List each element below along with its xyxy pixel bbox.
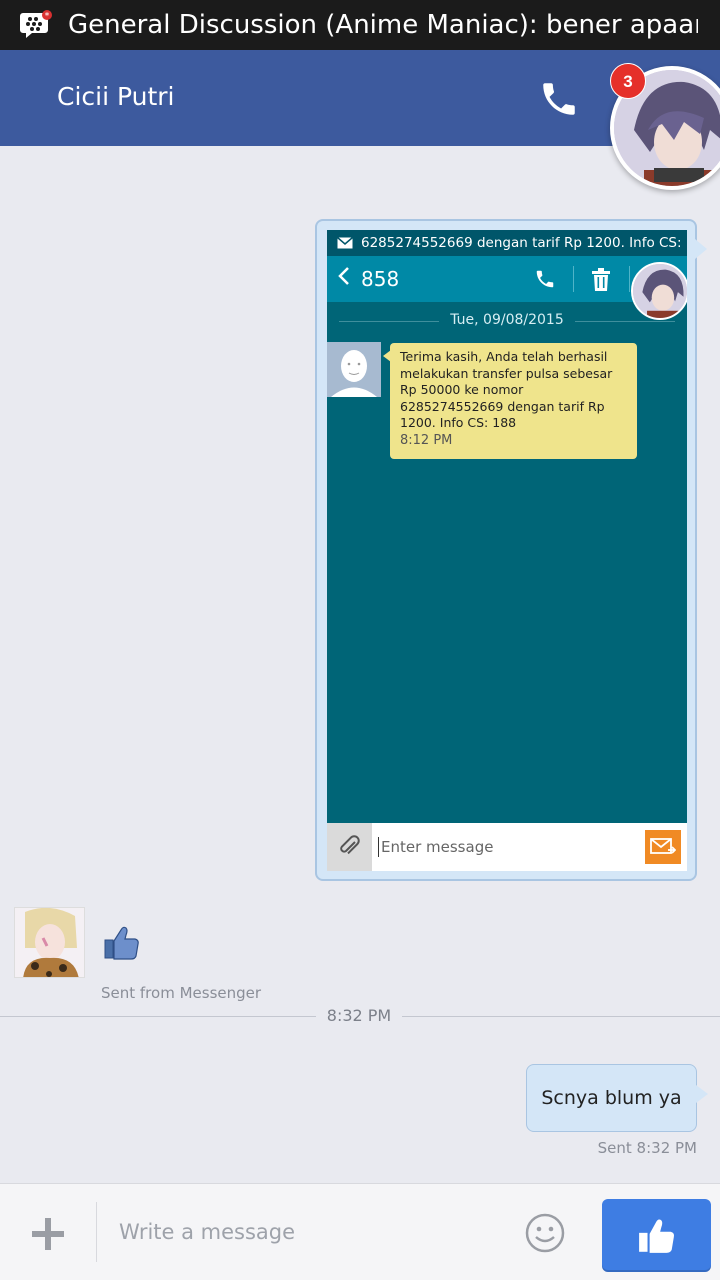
svg-text:*: * — [45, 12, 50, 22]
back-arrow-icon — [337, 266, 351, 292]
envelope-icon — [337, 237, 353, 249]
sent-status: Sent 8:32 PM — [597, 1139, 697, 1157]
contact-name[interactable]: Cicii Putri — [57, 82, 175, 111]
sms-notification-text: 6285274552669 dengan tarif Rp 1200. Info… — [361, 235, 682, 251]
plus-icon[interactable] — [28, 1214, 68, 1254]
message-composer: Write a message — [0, 1183, 720, 1280]
bbm-icon: * — [20, 10, 52, 40]
separator-line — [0, 1016, 316, 1017]
thread-number: 858 — [361, 267, 400, 291]
send-like-button[interactable] — [602, 1199, 711, 1272]
outgoing-message-text: Scnya blum ya — [541, 1087, 682, 1109]
sms-notification-bar: 6285274552669 dengan tarif Rp 1200. Info… — [327, 230, 687, 256]
divider — [96, 1202, 97, 1262]
bubble-tail — [696, 1085, 708, 1103]
notification-badge: 3 — [610, 63, 646, 99]
image-message-bubble[interactable]: 6285274552669 dengan tarif Rp 1200. Info… — [315, 219, 707, 881]
phone-icon[interactable] — [538, 78, 580, 120]
time-separator: 8:32 PM — [0, 1004, 720, 1028]
send-mail-icon — [645, 830, 681, 864]
trash-icon — [590, 268, 612, 292]
paperclip-icon — [327, 823, 372, 871]
smiley-icon[interactable] — [524, 1212, 566, 1254]
sms-input-bar: Enter message — [327, 823, 687, 871]
thumbs-up-icon — [638, 1219, 674, 1253]
notification-title: General Discussion (Anime Maniac): bener… — [68, 10, 698, 40]
separator-time: 8:32 PM — [326, 1006, 392, 1025]
divider — [629, 266, 630, 292]
message-input[interactable]: Write a message — [119, 1220, 295, 1244]
divider — [573, 266, 574, 292]
sender-avatar[interactable] — [14, 907, 85, 978]
sms-date: Tue, 09/08/2015 — [339, 312, 675, 328]
phone-icon — [534, 268, 556, 290]
default-avatar-icon — [327, 342, 381, 397]
outgoing-message-bubble[interactable]: Scnya blum ya — [526, 1064, 708, 1132]
sms-bubble: Terima kasih, Anda telah berhasil melaku… — [390, 343, 637, 459]
sms-time: 8:12 PM — [400, 432, 453, 448]
sms-screenshot: 6285274552669 dengan tarif Rp 1200. Info… — [327, 230, 687, 871]
separator-line — [402, 1016, 720, 1017]
status-bar: * General Discussion (Anime Maniac): ben… — [0, 0, 720, 50]
bubble-tail — [695, 239, 707, 259]
sent-from-caption: Sent from Messenger — [101, 984, 262, 1002]
sms-input-placeholder: Enter message — [378, 837, 645, 857]
sms-text: Terima kasih, Anda telah berhasil melaku… — [400, 349, 613, 430]
thumbs-up-icon — [103, 924, 141, 962]
